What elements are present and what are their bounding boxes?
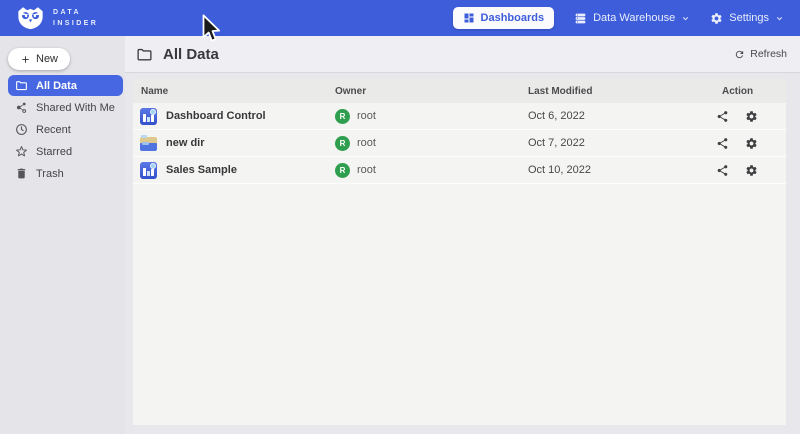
owner-name: root <box>357 137 376 149</box>
file-name: Dashboard Control <box>166 110 266 122</box>
share-icon[interactable] <box>716 137 729 150</box>
sidebar-item-trash[interactable]: Trash <box>8 163 123 184</box>
column-header-owner: Owner <box>327 86 520 97</box>
owner-avatar: R <box>335 163 350 178</box>
column-header-last-modified: Last Modified <box>520 86 714 97</box>
last-modified-cell: Oct 7, 2022 <box>520 137 714 149</box>
file-table: Name Owner Last Modified Action Dashboar… <box>133 79 786 425</box>
app-logo[interactable]: DATA INSIDER <box>0 6 98 30</box>
name-cell: Dashboard Control <box>133 108 327 125</box>
gear-icon[interactable] <box>745 164 758 177</box>
gear-icon[interactable] <box>745 137 758 150</box>
action-cell <box>714 137 786 150</box>
table-body: Dashboard Control R root Oct 6, 2022 <box>133 103 786 184</box>
dashboard-file-icon <box>140 108 157 125</box>
star-icon <box>15 145 28 158</box>
sidebar: New All Data Shared With Me <box>0 36 125 434</box>
chevron-down-icon <box>775 14 784 23</box>
file-name: new dir <box>166 137 205 149</box>
table-row[interactable]: Sales Sample R root Oct 10, 2022 <box>133 157 786 184</box>
last-modified-cell: Oct 6, 2022 <box>520 110 714 122</box>
plus-icon <box>20 54 31 65</box>
refresh-button[interactable]: Refresh <box>734 48 787 60</box>
sidebar-item-recent[interactable]: Recent <box>8 119 123 140</box>
logo-text: DATA INSIDER <box>53 7 98 29</box>
gear-icon[interactable] <box>745 110 758 123</box>
folder-icon <box>15 79 28 92</box>
dashboards-button[interactable]: Dashboards <box>453 7 555 29</box>
owner-avatar: R <box>335 136 350 151</box>
table-row[interactable]: Dashboard Control R root Oct 6, 2022 <box>133 103 786 130</box>
owner-cell: R root <box>327 109 520 124</box>
sidebar-item-label: Trash <box>36 168 64 180</box>
new-button[interactable]: New <box>8 48 70 70</box>
owl-logo-icon <box>17 6 44 30</box>
share-icon[interactable] <box>716 164 729 177</box>
owner-avatar: R <box>335 109 350 124</box>
sidebar-item-starred[interactable]: Starred <box>8 141 123 162</box>
sidebar-menu: All Data Shared With Me Recent <box>0 75 125 184</box>
sidebar-item-label: Recent <box>36 124 71 136</box>
share-icon[interactable] <box>716 110 729 123</box>
main-content: All Data Refresh Name Owner Last Modifie… <box>125 36 800 434</box>
shared-icon <box>15 101 28 114</box>
name-cell: new dir <box>133 135 327 152</box>
dashboard-file-icon <box>140 162 157 179</box>
name-cell: Sales Sample <box>133 162 327 179</box>
action-cell <box>714 164 786 177</box>
owner-name: root <box>357 110 376 122</box>
folder-outline-icon <box>136 46 153 63</box>
dashboard-icon <box>463 12 475 24</box>
file-name: Sales Sample <box>166 164 237 176</box>
column-header-name: Name <box>133 86 327 97</box>
top-bar: DATA INSIDER Dashboards <box>0 0 800 36</box>
sidebar-item-label: Shared With Me <box>36 102 115 114</box>
clock-icon <box>15 123 28 136</box>
database-icon <box>574 12 587 25</box>
table-header-row: Name Owner Last Modified Action <box>133 79 786 103</box>
sidebar-item-all-data[interactable]: All Data <box>8 75 123 96</box>
trash-icon <box>15 167 28 180</box>
column-header-action: Action <box>714 86 786 97</box>
owner-name: root <box>357 164 376 176</box>
top-nav: Dashboards Data Warehouse <box>453 7 800 29</box>
owner-cell: R root <box>327 163 520 178</box>
chevron-down-icon <box>681 14 690 23</box>
last-modified-cell: Oct 10, 2022 <box>520 164 714 176</box>
table-row[interactable]: new dir R root Oct 7, 2022 <box>133 130 786 157</box>
refresh-icon <box>734 49 745 60</box>
nav-settings[interactable]: Settings <box>710 12 784 25</box>
sidebar-item-shared-with-me[interactable]: Shared With Me <box>8 97 123 118</box>
page-title-bar: All Data Refresh <box>125 36 800 73</box>
gear-icon <box>710 12 723 25</box>
owner-cell: R root <box>327 136 520 151</box>
sidebar-item-label: All Data <box>36 80 77 92</box>
action-cell <box>714 110 786 123</box>
folder-file-icon <box>140 135 157 152</box>
sidebar-item-label: Starred <box>36 146 72 158</box>
page-title: All Data <box>163 46 219 63</box>
nav-data-warehouse[interactable]: Data Warehouse <box>574 12 690 25</box>
